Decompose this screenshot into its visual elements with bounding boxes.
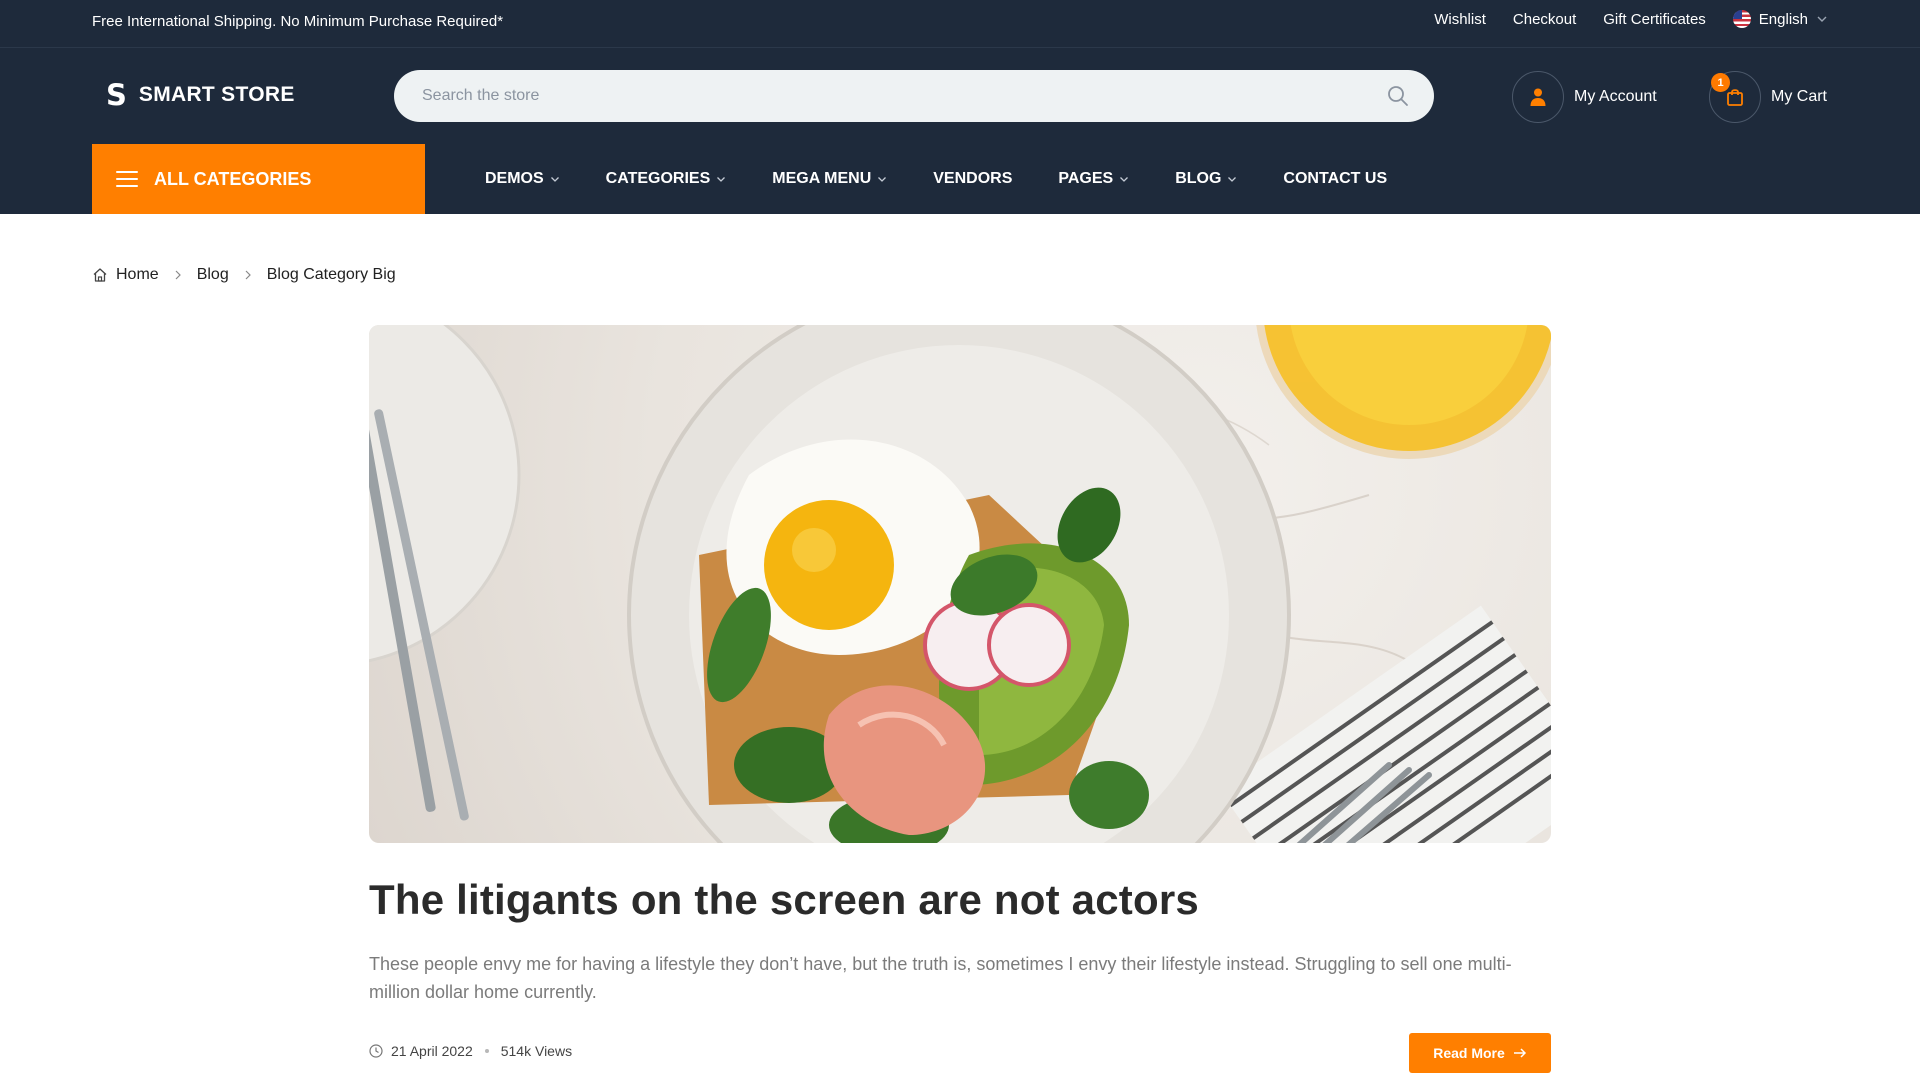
post-date: 21 April 2022 [391,1043,473,1059]
breadcrumb-current: Blog Category Big [266,266,396,283]
my-account-button[interactable]: My Account [1512,71,1657,123]
breadcrumb-blog-link[interactable]: Blog [197,266,229,284]
chevron-right-icon [245,270,251,280]
my-cart-button[interactable]: 1 My Cart [1709,71,1827,123]
nav-item-label: DEMOS [485,170,544,187]
chevron-down-icon [717,177,726,182]
nav-item-label: PAGES [1058,170,1114,187]
clock-icon [369,1044,383,1058]
nav-item-label: CATEGORIES [605,170,711,187]
nav-item-pages[interactable]: PAGES [1058,170,1129,188]
shopping-bag-icon [1727,89,1743,106]
user-icon [1530,88,1546,106]
breadcrumb-home-link[interactable]: Home [116,266,159,284]
home-icon[interactable] [92,267,108,283]
chevron-down-icon [878,177,887,182]
cart-count-badge: 1 [1711,73,1730,92]
search-bar [394,70,1434,122]
post-featured-image[interactable] [369,325,1551,843]
nav-item-label: BLOG [1175,170,1222,187]
shipping-promo-text: Free International Shipping. No Minimum … [92,13,504,30]
post-views: 514k Views [500,1043,573,1059]
chevron-down-icon [1817,16,1827,22]
chevron-down-icon [1228,177,1237,182]
post-excerpt: These people envy me for having a lifest… [369,954,1512,1002]
chevron-right-icon [175,270,181,280]
chevron-down-icon [550,177,559,182]
meta-separator-dot [484,1049,489,1053]
us-flag-icon [1732,10,1751,28]
top-bar: Free International Shipping. No Minimum … [0,0,1920,48]
chevron-down-icon [1120,177,1129,182]
wishlist-link[interactable]: Wishlist [1434,11,1486,28]
cart-icon-circle: 1 [1709,71,1761,123]
gift-certificates-link[interactable]: Gift Certificates [1603,11,1706,28]
hamburger-menu-icon [116,171,138,187]
nav-item-label: MEGA MENU [772,170,872,187]
nav-item-demos[interactable]: DEMOS [485,170,560,188]
language-selector[interactable]: English [1732,10,1828,28]
navigation-bar: ALL CATEGORIES DEMOS CATEGORIES MEGA MEN… [0,144,1920,214]
breadcrumb: Home Blog Blog Category Big [92,266,396,284]
nav-item-vendors[interactable]: VENDORS [933,170,1012,188]
read-more-label: Read More [1433,1045,1505,1061]
account-icon-circle [1512,71,1564,123]
nav-item-contact-us[interactable]: CONTACT US [1283,170,1387,188]
nav-item-blog[interactable]: BLOG [1175,170,1237,188]
nav-item-mega-menu[interactable]: MEGA MENU [772,170,887,188]
top-links: Wishlist Checkout Gift Certificates Engl… [1434,10,1828,28]
arrow-right-icon [1513,1048,1526,1058]
read-more-button[interactable]: Read More [1409,1033,1551,1073]
search-input[interactable] [394,70,1434,122]
nav-item-categories[interactable]: CATEGORIES [606,170,727,188]
search-icon[interactable] [1386,84,1410,108]
my-cart-label: My Cart [1771,88,1827,105]
nav-item-label: VENDORS [933,170,1013,187]
store-logo[interactable]: S SMART STORE [106,78,295,112]
main-menu: DEMOS CATEGORIES MEGA MENU VENDORS PAGES… [485,144,1387,214]
breakfast-plate-illustration [369,325,1551,843]
nav-item-label: CONTACT US [1283,170,1388,187]
logo-mark: S [106,78,127,112]
language-label: English [1758,10,1808,28]
my-account-label: My Account [1574,88,1657,105]
all-categories-label: ALL CATEGORIES [154,168,312,189]
post-title[interactable]: The litigants on the screen are not acto… [369,876,1199,924]
checkout-link[interactable]: Checkout [1513,11,1576,28]
all-categories-button[interactable]: ALL CATEGORIES [92,144,425,214]
post-meta: 21 April 2022 514k Views [369,1043,572,1059]
main-header: S SMART STORE My Account 1 My Cart [0,48,1920,144]
logo-text: SMART STORE [138,83,295,106]
